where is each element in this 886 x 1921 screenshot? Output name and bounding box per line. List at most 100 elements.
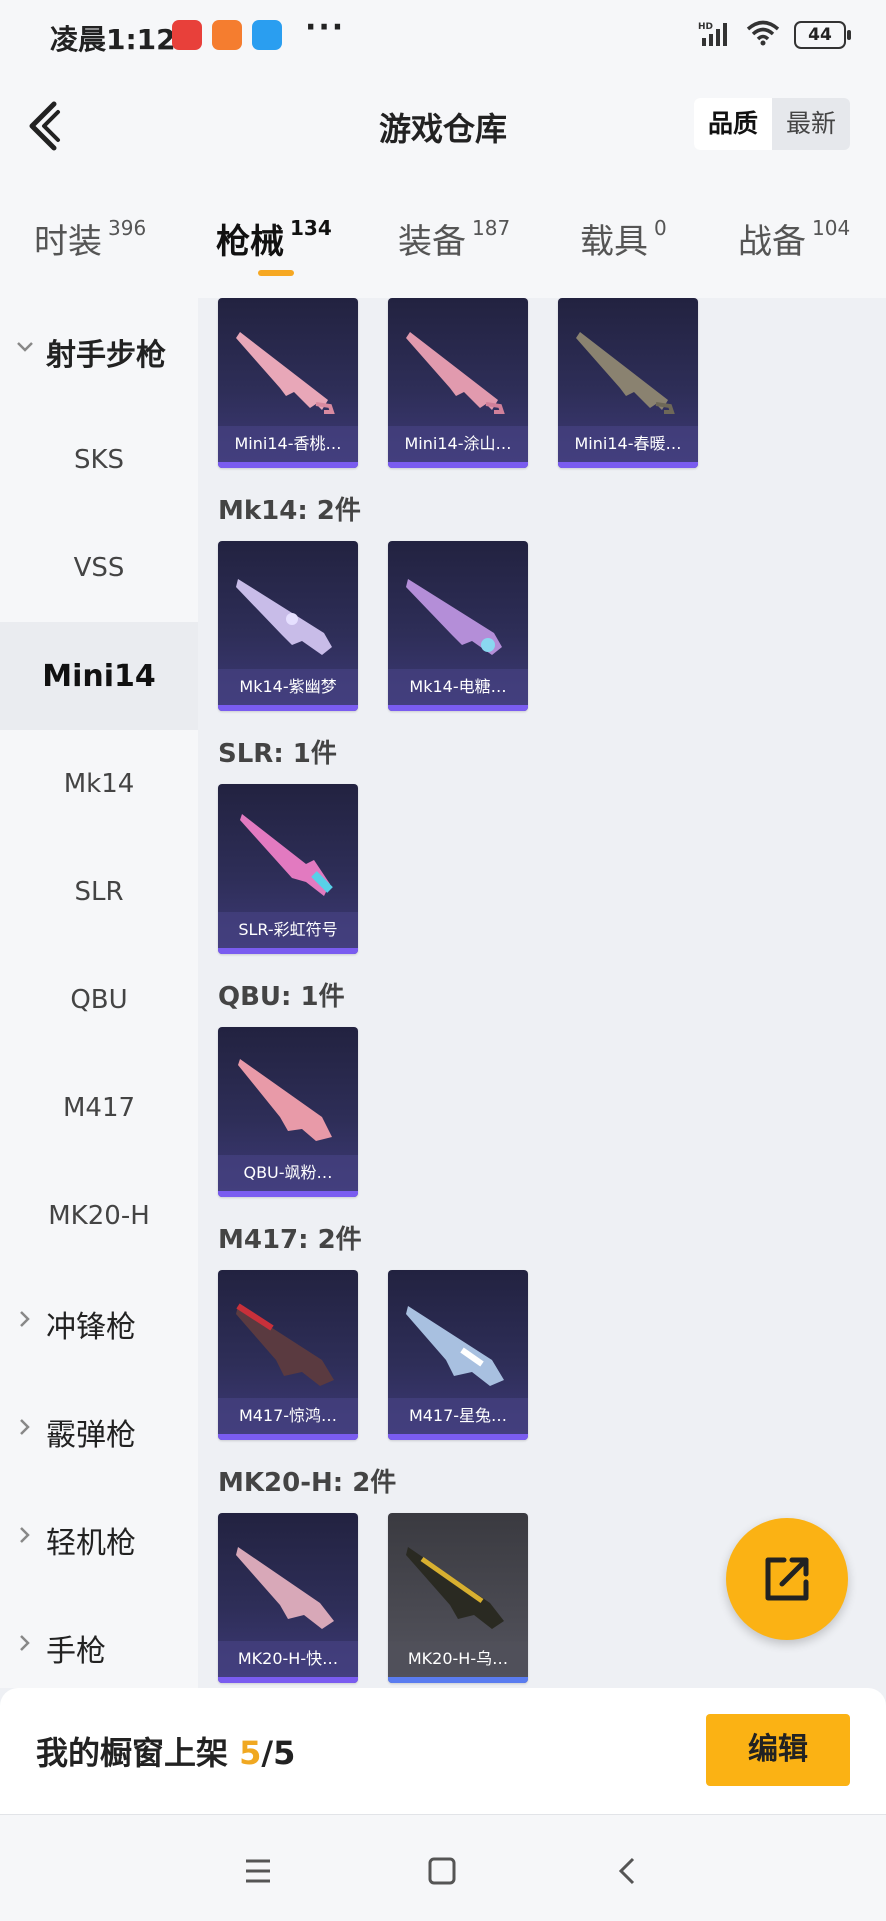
skin-name: MK20-H-乌… (388, 1641, 528, 1677)
home-button[interactable] (422, 1851, 462, 1891)
section-label-qbu: QBU: 1件 (218, 982, 345, 1012)
skin-card[interactable]: QBU-飒粉… (218, 1027, 358, 1197)
skin-card[interactable]: M417-惊鸿… (218, 1270, 358, 1440)
sidebar-item-label: SKS (73, 445, 125, 475)
section-label-m417: M417: 2件 (218, 1225, 362, 1255)
skin-card[interactable]: Mini14-春暖… (558, 298, 698, 468)
share-button[interactable] (726, 1518, 848, 1640)
tab-count: 396 (108, 216, 147, 240)
status-bar: 凌晨1:12 ··· HD 44 (0, 0, 886, 72)
tab-firearms[interactable]: 枪械 134 (216, 214, 332, 276)
chevron-down-icon (17, 342, 33, 352)
tab-label: 载具 (580, 222, 648, 262)
sidebar-item-qbu[interactable]: QBU (0, 946, 198, 1054)
sidebar-item-label: M417 (62, 1093, 136, 1123)
chevron-right-icon (20, 1311, 30, 1327)
menu-button[interactable] (238, 1851, 278, 1891)
sort-quality[interactable]: 品质 (693, 98, 772, 150)
section-label-mk14: Mk14: 2件 (218, 496, 361, 526)
sidebar-item-label: VSS (73, 553, 125, 583)
sidebar-item-mini14[interactable]: Mini14 (0, 622, 198, 730)
system-back-button[interactable] (608, 1851, 648, 1891)
shopping-app-icon (212, 20, 242, 50)
skin-card[interactable]: SLR-彩虹符号 (218, 784, 358, 954)
tab-fashion[interactable]: 时装 396 (34, 214, 146, 263)
rarity-bar (388, 705, 528, 711)
chat-app-icon (252, 20, 282, 50)
weapon-category-sidebar: 射手步枪 SKS VSS Mini14 Mk14 SLR QBU M417 MK… (0, 298, 198, 1688)
rarity-bar (388, 1677, 528, 1683)
sidebar-item-label: QBU (70, 985, 128, 1015)
skin-name: Mk14-紫幽梦 (218, 669, 358, 705)
sidebar-group-marksman-rifles[interactable]: 射手步枪 (0, 298, 198, 406)
rarity-bar (218, 948, 358, 954)
sidebar-item-label: 轻机枪 (46, 1526, 136, 1561)
sort-latest[interactable]: 最新 (772, 98, 850, 150)
rifle-skin-image (406, 579, 502, 655)
sidebar-item-mk20h[interactable]: MK20-H (0, 1162, 198, 1270)
sort-toggle: 品质 最新 (693, 98, 850, 150)
active-tab-indicator (258, 270, 294, 276)
battery-icon: 44 (794, 21, 851, 49)
weapon-skin-grid: Mini14-香桃… Mini14-涂山… Mini14-春暖… Mk14: 2… (198, 298, 886, 1688)
sidebar-item-label: Mk14 (63, 769, 135, 799)
rifle-skin-image (406, 1306, 504, 1386)
section-label-mk20h: MK20-H: 2件 (218, 1468, 397, 1498)
sidebar-group-smg[interactable]: 冲锋枪 (0, 1270, 198, 1378)
sidebar-item-sks[interactable]: SKS (0, 406, 198, 514)
share-icon (765, 1557, 809, 1601)
sidebar-item-label: 射手步枪 (46, 338, 166, 373)
skin-card[interactable]: MK20-H-快… (218, 1513, 358, 1683)
showcase-label: 我的橱窗上架 (36, 1734, 240, 1772)
sidebar-item-slr[interactable]: SLR (0, 838, 198, 946)
tab-equipment[interactable]: 装备 187 (398, 214, 510, 263)
rarity-bar (218, 1191, 358, 1197)
sidebar-group-pistol[interactable]: 手枪 (0, 1594, 198, 1702)
tab-vehicles[interactable]: 载具 0 (580, 214, 667, 263)
network-type-label: HD (698, 22, 713, 32)
section-label-slr: SLR: 1件 (218, 739, 337, 769)
skin-name: Mini14-香桃… (218, 426, 358, 462)
edit-button[interactable]: 编辑 (706, 1714, 850, 1786)
rarity-bar (218, 1677, 358, 1683)
header: 游戏仓库 品质 最新 (0, 72, 886, 180)
chevron-right-icon (20, 1527, 30, 1543)
news-app-icon (172, 20, 202, 50)
system-nav-bar (0, 1814, 886, 1921)
sidebar-group-shotgun[interactable]: 霰弹枪 (0, 1378, 198, 1486)
tab-label: 枪械 (216, 222, 284, 262)
showcase-panel: 我的橱窗上架 5/5 编辑 (0, 1688, 886, 1814)
skin-name: QBU-飒粉… (218, 1155, 358, 1191)
rifle-skin-image (576, 332, 675, 414)
skin-card[interactable]: M417-星兔… (388, 1270, 528, 1440)
chevron-right-icon (20, 1635, 30, 1651)
skin-card[interactable]: Mini14-香桃… (218, 298, 358, 468)
rifle-skin-image (238, 1059, 332, 1141)
skin-card[interactable]: Mini14-涂山… (388, 298, 528, 468)
sidebar-item-vss[interactable]: VSS (0, 514, 198, 622)
sidebar-item-mk14[interactable]: Mk14 (0, 730, 198, 838)
tab-supplies[interactable]: 战备 104 (738, 214, 850, 263)
sidebar-group-lmg[interactable]: 轻机枪 (0, 1486, 198, 1594)
rifle-skin-image (406, 1547, 504, 1629)
home-icon (428, 1857, 456, 1885)
chevron-right-icon (20, 1419, 30, 1435)
skin-name: Mini14-春暖… (558, 426, 698, 462)
more-notifications-icon: ··· (305, 10, 346, 45)
sidebar-item-label: SLR (74, 877, 124, 907)
tab-count: 104 (812, 216, 851, 240)
sidebar-item-label: MK20-H (48, 1201, 150, 1231)
skin-card[interactable]: Mk14-电糖… (388, 541, 528, 711)
showcase-total: /5 (261, 1734, 296, 1772)
rifle-skin-image (240, 814, 333, 896)
sidebar-item-m417[interactable]: M417 (0, 1054, 198, 1162)
showcase-status: 我的橱窗上架 5/5 (36, 1728, 295, 1774)
rifle-skin-image (406, 332, 505, 414)
rifle-skin-image (236, 1547, 334, 1629)
status-time: 凌晨1:12 (50, 23, 176, 56)
rarity-bar (218, 1434, 358, 1440)
skin-name: MK20-H-快… (218, 1641, 358, 1677)
skin-card[interactable]: Mk14-紫幽梦 (218, 541, 358, 711)
skin-card[interactable]: MK20-H-乌… (388, 1513, 528, 1683)
tab-count: 134 (290, 216, 332, 240)
